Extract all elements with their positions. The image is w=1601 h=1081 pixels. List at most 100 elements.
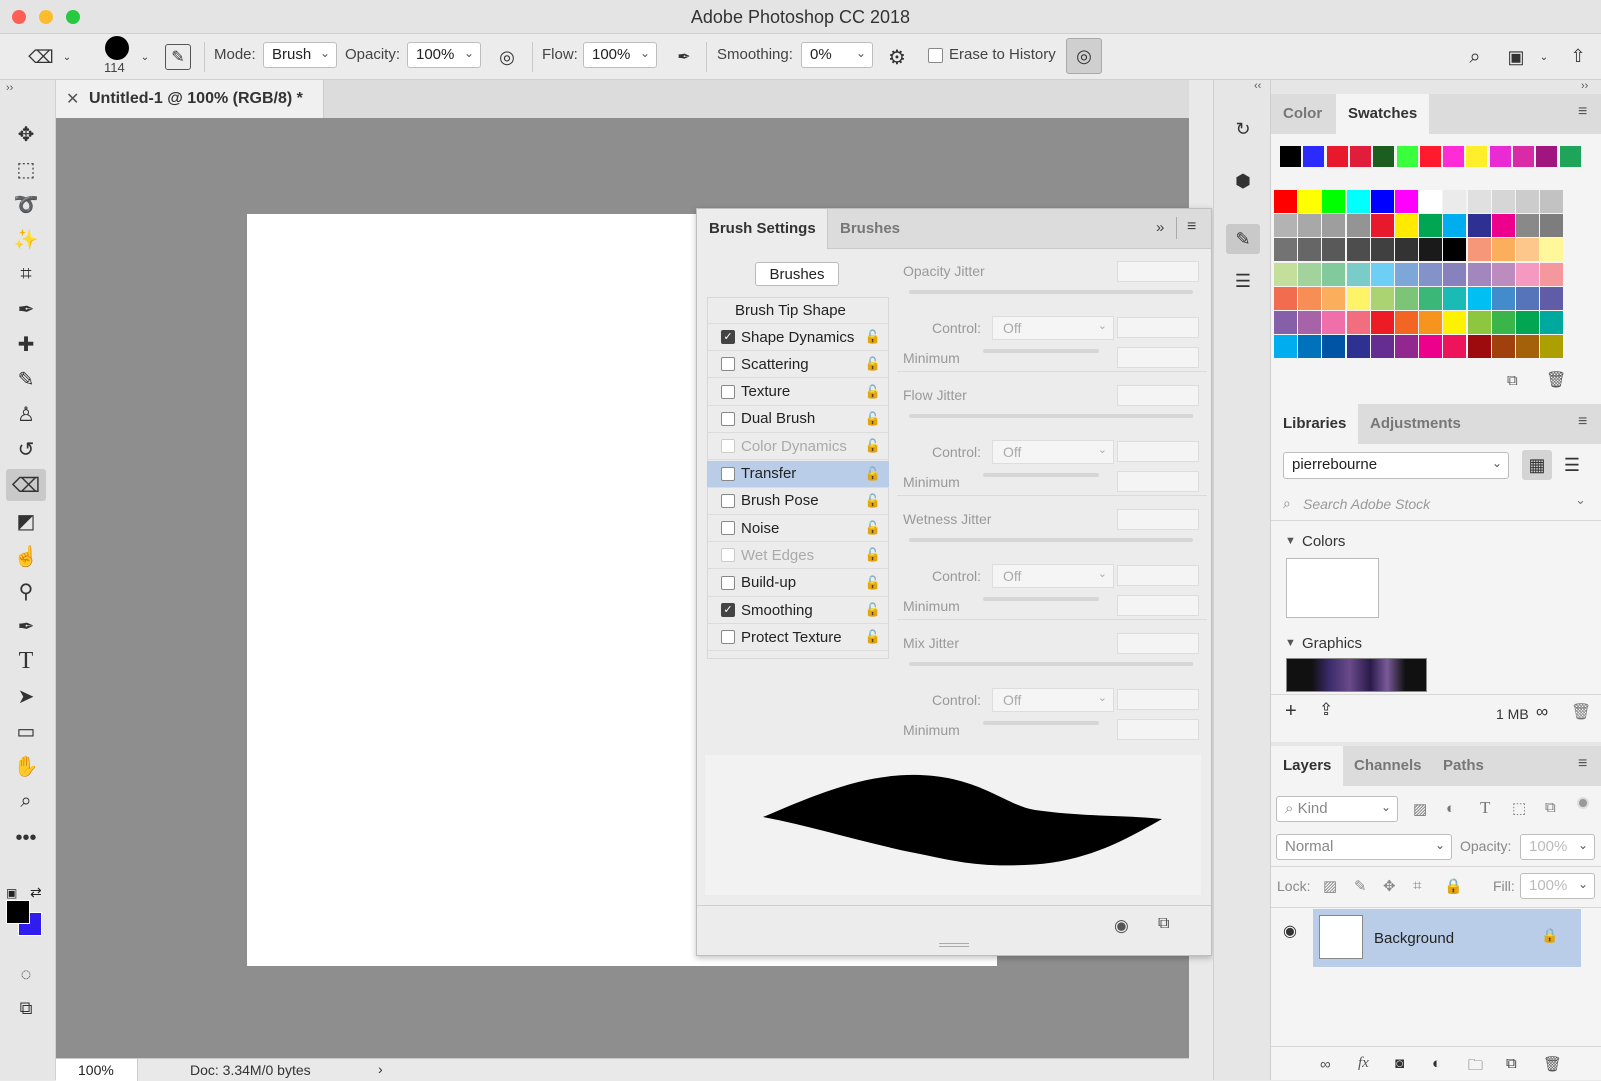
swatch[interactable] (1370, 214, 1394, 238)
unlock-icon[interactable]: 🔓 (865, 547, 881, 563)
jitter-value-field[interactable] (1117, 509, 1199, 530)
swatch[interactable] (1443, 335, 1467, 359)
swatch[interactable] (1370, 238, 1394, 262)
lasso-tool-icon[interactable]: ➰ (6, 188, 46, 220)
filter-type-icon[interactable]: T (1480, 798, 1490, 818)
swatch[interactable] (1298, 214, 1322, 238)
swatch[interactable] (1395, 262, 1418, 286)
smudge-tool-icon[interactable]: ☝ (6, 540, 46, 572)
airbrush-icon[interactable]: ✒ (670, 44, 698, 70)
unlock-icon[interactable]: 🔓 (865, 411, 881, 427)
minimum-value-field[interactable] (1117, 595, 1199, 616)
delete-layer-icon[interactable]: 🗑 (1543, 1055, 1562, 1073)
unlock-icon[interactable]: 🔓 (865, 602, 881, 618)
swatch[interactable] (1491, 238, 1515, 262)
type-tool-icon[interactable]: T (6, 645, 46, 677)
document-tab[interactable]: ✕ Untitled-1 @ 100% (RGB/8) * (56, 80, 324, 118)
swatch[interactable] (1274, 214, 1297, 238)
smoothing-options-gear-icon[interactable]: ⚙ (884, 44, 910, 70)
swatch[interactable] (1298, 262, 1322, 286)
unlock-icon[interactable]: 🔓 (865, 466, 881, 482)
swatch[interactable] (1516, 214, 1539, 238)
swatch[interactable] (1467, 238, 1491, 262)
list-view-icon[interactable]: ☰ (1557, 450, 1587, 480)
swatch[interactable] (1443, 190, 1467, 213)
swatch[interactable] (1491, 286, 1515, 310)
swatch[interactable] (1467, 311, 1491, 334)
filter-shape-icon[interactable]: ⬚ (1512, 799, 1526, 817)
expand-panel-icon[interactable]: » (1156, 219, 1164, 236)
filter-pixel-icon[interactable]: ▨ (1413, 800, 1427, 818)
swatch[interactable] (1419, 238, 1443, 262)
swatch[interactable] (1540, 335, 1564, 359)
lock-position-icon[interactable]: ✥ (1383, 877, 1396, 895)
filter-adjustment-icon[interactable]: ◐ (1446, 800, 1455, 817)
swatch[interactable] (1274, 311, 1297, 334)
new-layer-icon[interactable]: ⧉ (1506, 1055, 1517, 1072)
control-value-field[interactable] (1117, 317, 1199, 338)
swatch[interactable] (1370, 286, 1394, 310)
option-checkbox[interactable] (721, 548, 735, 563)
recent-swatch[interactable] (1536, 146, 1558, 167)
workspace-icon[interactable]: ▣ (1503, 44, 1529, 70)
control-select[interactable]: Off ⌄ (992, 440, 1114, 464)
jitter-slider[interactable] (909, 538, 1193, 542)
brushes-preset-button[interactable]: Brushes (755, 262, 839, 286)
screen-mode-icon[interactable]: ⧉ (6, 992, 46, 1024)
recent-swatch[interactable] (1489, 146, 1511, 167)
dodge-tool-icon[interactable]: ⚲ (6, 575, 46, 607)
upload-icon[interactable]: ⇪ (1319, 700, 1333, 720)
brush-option-dual-brush[interactable]: Dual Brush 🔓 (707, 406, 889, 433)
swatch[interactable] (1443, 286, 1467, 310)
layer-opacity-input[interactable]: 100% ⌄ (1520, 834, 1595, 860)
filter-toggle-switch[interactable] (1577, 797, 1589, 809)
grid-view-icon[interactable]: ▦ (1522, 450, 1552, 480)
minimum-value-field[interactable] (1117, 471, 1199, 492)
collapse-graphics-icon[interactable]: ▼ (1285, 637, 1296, 649)
brush-settings-toggle-icon[interactable]: ✎ (165, 44, 191, 70)
tool-preset-chevron-icon[interactable]: ⌄ (60, 48, 74, 66)
unlock-icon[interactable]: 🔓 (865, 575, 881, 591)
recent-swatch[interactable] (1303, 146, 1325, 167)
recent-swatch[interactable] (1559, 146, 1581, 167)
swatch[interactable] (1540, 214, 1564, 238)
brush-option-brush-pose[interactable]: Brush Pose 🔓 (707, 488, 889, 515)
paint-bucket-tool-icon[interactable]: ◩ (6, 505, 46, 537)
swatch[interactable] (1346, 190, 1370, 213)
hand-tool-icon[interactable]: ✋ (6, 750, 46, 782)
tab-brushes[interactable]: Brushes (827, 209, 912, 249)
jitter-slider[interactable] (909, 662, 1193, 666)
link-layers-icon[interactable]: ∞ (1320, 1056, 1331, 1073)
swatch[interactable] (1540, 286, 1564, 310)
collapse-colors-icon[interactable]: ▼ (1285, 535, 1296, 547)
lock-image-icon[interactable]: ✎ (1354, 877, 1367, 895)
move-tool-icon[interactable]: ✥ (6, 118, 46, 150)
control-value-field[interactable] (1117, 441, 1199, 462)
fill-input[interactable]: 100% ⌄ (1520, 873, 1595, 899)
tab-libraries[interactable]: Libraries (1271, 404, 1359, 444)
brush-picker-chevron-icon[interactable]: ⌄ (138, 48, 152, 66)
swatch[interactable] (1298, 311, 1322, 334)
adjustment-layer-icon[interactable]: ◐ (1432, 1055, 1441, 1072)
workspace-chevron-icon[interactable]: ⌄ (1537, 48, 1551, 66)
unlock-icon[interactable]: 🔓 (865, 493, 881, 509)
brush-option-build-up[interactable]: Build-up 🔓 (707, 570, 889, 597)
clone-stamp-tool-icon[interactable]: ♙ (6, 398, 46, 430)
search-scope-chevron-icon[interactable]: ⌄ (1575, 492, 1586, 508)
add-mask-icon[interactable]: ◙ (1395, 1055, 1404, 1072)
eyedropper-tool-icon[interactable]: ✒ (6, 293, 46, 325)
control-select[interactable]: Off ⌄ (992, 688, 1114, 712)
swatch[interactable] (1395, 190, 1418, 213)
option-checkbox[interactable] (721, 357, 735, 372)
recent-swatch[interactable] (1326, 146, 1348, 167)
option-checkbox[interactable] (721, 521, 735, 536)
panel-menu-icon[interactable]: ≡ (1578, 103, 1587, 121)
swatch[interactable] (1419, 190, 1443, 213)
swatch[interactable] (1395, 335, 1418, 359)
recent-swatch[interactable] (1443, 146, 1465, 167)
minimum-slider[interactable] (983, 597, 1099, 601)
new-group-icon[interactable]: 🗀 (1468, 1055, 1483, 1080)
minimum-slider[interactable] (983, 473, 1099, 477)
add-content-icon[interactable]: + (1285, 700, 1297, 723)
lock-transparent-icon[interactable]: ▨ (1323, 877, 1337, 895)
